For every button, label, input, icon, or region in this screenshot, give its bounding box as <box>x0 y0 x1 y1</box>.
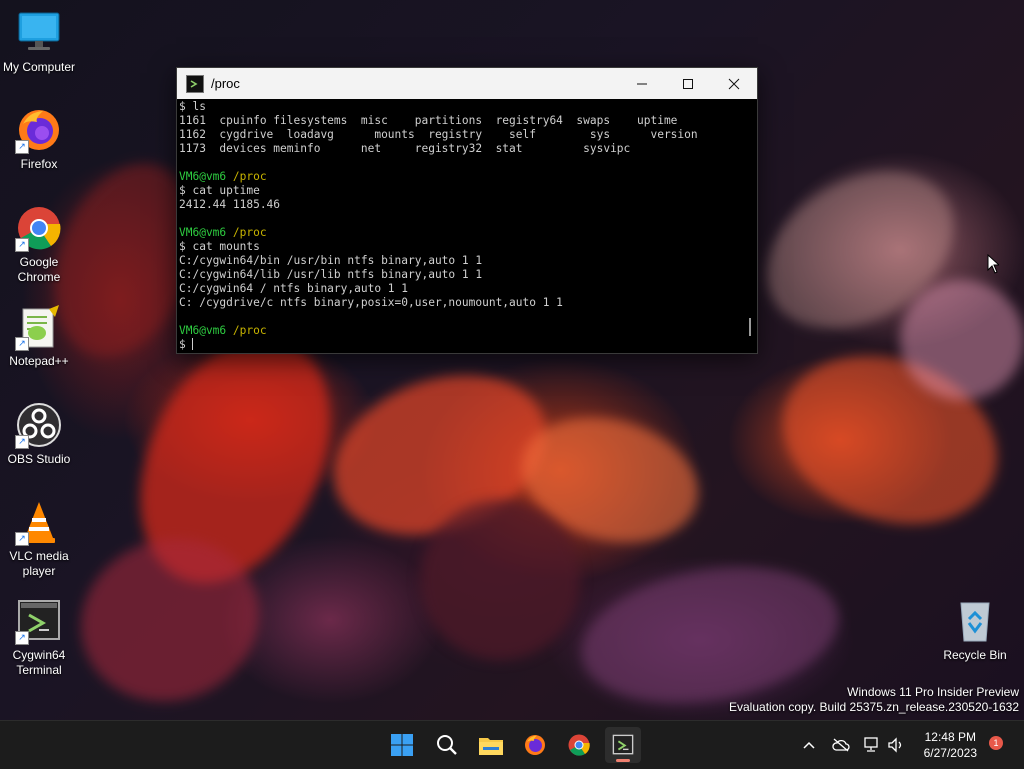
window-title: /proc <box>211 76 240 91</box>
desktop-icon-vlc[interactable]: ↗ VLC media player <box>1 498 77 579</box>
desktop-icon-label: OBS Studio <box>7 452 71 466</box>
prompt-path: /proc <box>232 226 267 239</box>
terminal-output-line: 1162 cygdrive loadavg mounts registry se… <box>179 128 698 141</box>
minimize-icon <box>637 83 647 84</box>
terminal-output-line: C: /cygdrive/c ntfs binary,posix=0,user,… <box>179 296 563 309</box>
prompt-path: /proc <box>232 324 267 337</box>
cloud-offline-icon <box>832 738 850 752</box>
cygwin-terminal-icon: ↗ <box>15 597 63 645</box>
desktop-icon-label: Firefox <box>20 157 58 171</box>
clock-date: 6/27/2023 <box>923 746 977 760</box>
volume-button[interactable] <box>886 735 906 755</box>
desktop-icon-label: Recycle Bin <box>943 648 1007 662</box>
window-titlebar[interactable]: /proc <box>177 68 757 99</box>
obs-icon: ↗ <box>15 401 63 449</box>
chrome-icon <box>568 734 590 756</box>
terminal-output[interactable]: $ ls 1161 cpuinfo filesystems misc partit… <box>178 99 745 353</box>
text-cursor <box>192 338 194 350</box>
prompt-path: /proc <box>232 170 267 183</box>
terminal-prompt-line: VM6@vm6 /proc <box>179 170 745 184</box>
taskbar-clock[interactable]: 12:48 PM 6/27/2023 <box>924 729 977 761</box>
terminal-output-line: 1173 devices meminfo net registry32 stat… <box>179 142 631 155</box>
chrome-icon: ↗ <box>15 204 63 252</box>
close-icon <box>728 78 740 89</box>
maximize-icon <box>683 78 693 89</box>
notepadpp-icon: ↗ <box>15 303 63 351</box>
show-hidden-icons-button[interactable] <box>799 735 819 755</box>
active-app-indicator <box>616 759 630 762</box>
maximize-button[interactable] <box>665 68 711 99</box>
onedrive-status-button[interactable] <box>831 735 851 755</box>
desktop-icon-label: Notepad++ <box>9 354 69 368</box>
desktop-icon-firefox[interactable]: ↗ Firefox <box>1 106 77 172</box>
terminal-output-line: 1161 cpuinfo filesystems misc partitions… <box>179 114 678 127</box>
mouse-pointer-icon <box>987 253 1001 279</box>
terminal-prompt-line: VM6@vm6 /proc <box>179 226 745 240</box>
prompt-user: VM6@vm6 <box>179 324 227 337</box>
watermark-line-1: Windows 11 Pro Insider Preview <box>847 685 1019 699</box>
recycle-bin-icon <box>951 597 999 645</box>
file-explorer-icon <box>479 738 503 755</box>
terminal-command-line: $ ls <box>179 100 206 113</box>
terminal-scrollbar[interactable] <box>749 318 751 336</box>
desktop-icon-my-computer[interactable]: My Computer <box>1 9 77 75</box>
terminal-input-line[interactable]: $ <box>179 338 745 352</box>
input-prompt: $ <box>179 338 193 351</box>
search-icon <box>437 735 457 755</box>
desktop-icon-obs-studio[interactable]: ↗ OBS Studio <box>1 401 77 467</box>
cygwin-terminal-window[interactable]: /proc $ ls 1161 cpuinfo filesystems misc … <box>176 67 758 354</box>
terminal-output-line: 2412.44 1185.46 <box>179 198 281 211</box>
clock-time: 12:48 PM <box>924 730 976 744</box>
desktop-icon-label: VLC media player <box>9 549 69 578</box>
search-button[interactable] <box>429 727 465 763</box>
vlc-icon: ↗ <box>15 498 63 546</box>
close-button[interactable] <box>711 68 757 99</box>
terminal-command-line: $ cat uptime <box>179 184 260 197</box>
firefox-icon <box>525 735 545 755</box>
chevron-up-icon <box>803 741 815 749</box>
prompt-user: VM6@vm6 <box>179 226 227 239</box>
desktop-icon-google-chrome[interactable]: ↗ Google Chrome <box>1 204 77 285</box>
prompt-user: VM6@vm6 <box>179 170 227 183</box>
desktop-icon-label: Cygwin64 Terminal <box>12 648 66 677</box>
network-icon <box>864 737 878 752</box>
taskbar-firefox[interactable] <box>517 727 553 763</box>
network-button[interactable] <box>862 735 882 755</box>
shortcut-arrow-icon: ↗ <box>15 337 29 351</box>
terminal-output-line: C:/cygwin64/lib /usr/lib ntfs binary,aut… <box>179 268 483 281</box>
monitor-icon <box>15 9 63 57</box>
shortcut-arrow-icon: ↗ <box>15 631 29 645</box>
desktop-icon-cygwin64-terminal[interactable]: ↗ Cygwin64 Terminal <box>1 597 77 678</box>
shortcut-arrow-icon: ↗ <box>15 238 29 252</box>
watermark-line-2: Evaluation copy. Build 25375.zn_release.… <box>729 700 1019 714</box>
shortcut-arrow-icon: ↗ <box>15 435 29 449</box>
desktop-icon-notepadpp[interactable]: ↗ Notepad++ <box>1 303 77 369</box>
start-button[interactable] <box>384 727 420 763</box>
shortcut-arrow-icon: ↗ <box>15 140 29 154</box>
cygwin-terminal-icon <box>186 74 204 93</box>
notification-badge[interactable]: 1 <box>989 736 1003 750</box>
taskbar: 12:48 PM 6/27/2023 <box>0 720 1024 769</box>
taskbar-file-explorer[interactable] <box>473 727 509 763</box>
speaker-icon <box>888 737 902 753</box>
shortcut-arrow-icon: ↗ <box>15 532 29 546</box>
terminal-output-line: C:/cygwin64/bin /usr/bin ntfs binary,aut… <box>179 254 483 267</box>
taskbar-chrome[interactable] <box>561 727 597 763</box>
desktop-icon-recycle-bin[interactable]: Recycle Bin <box>937 597 1013 663</box>
windows-start-icon <box>391 734 413 756</box>
terminal-prompt-line: VM6@vm6 /proc <box>179 324 745 338</box>
desktop-icon-label: My Computer <box>2 60 76 74</box>
terminal-command-line: $ cat mounts <box>179 240 260 253</box>
desktop-icon-label: Google Chrome <box>17 255 61 284</box>
cygwin-terminal-icon <box>612 734 634 755</box>
minimize-button[interactable] <box>619 68 665 99</box>
firefox-icon: ↗ <box>15 106 63 154</box>
taskbar-cygwin-terminal[interactable] <box>605 727 641 763</box>
evaluation-watermark: Windows 11 Pro Insider Preview Evaluatio… <box>729 685 1019 715</box>
terminal-output-line: C:/cygwin64 / ntfs binary,auto 1 1 <box>179 282 409 295</box>
